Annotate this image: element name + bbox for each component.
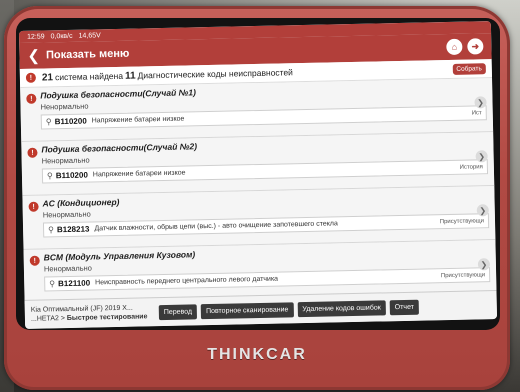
vehicle-info: Kia Оптимальный (JF) 2019 X... ...HETA2 …: [31, 303, 155, 324]
collect-button[interactable]: Собрать: [452, 62, 486, 75]
dtc-status: Присутствующи: [440, 271, 486, 279]
status-time: 12:59: [26, 32, 45, 41]
codes-text: Диагностические коды неисправностей: [137, 67, 293, 81]
exit-icon[interactable]: ➜: [467, 38, 484, 55]
search-icon: ⚲: [46, 171, 53, 181]
back-arrow-icon[interactable]: ❮: [27, 47, 40, 65]
codes-count: 11: [124, 70, 136, 82]
dtc-description: Напряжение батареи низкое: [91, 115, 185, 125]
system-row[interactable]: ! AC (Кондиционер) Ненормально ⚲ B128213…: [22, 186, 496, 250]
translate-button[interactable]: Перевод: [158, 303, 198, 320]
warning-icon: !: [29, 255, 40, 266]
screen: 12:59 0,0кв/с 14,65V ❮ Показать меню ⌂ ➜…: [18, 21, 498, 329]
warning-icon: !: [25, 72, 37, 83]
system-list: ! Подушка безопасности(Случай №1) Ненорм…: [20, 78, 497, 304]
clear-codes-button[interactable]: Удаление кодов ошибок: [297, 299, 386, 317]
warning-icon: !: [26, 93, 37, 104]
dtc-code: B121100: [57, 278, 91, 289]
dtc-status: Присутствующи: [439, 217, 485, 225]
system-row[interactable]: ! Подушка безопасности(Случай №1) Ненорм…: [20, 78, 494, 142]
warning-icon: !: [27, 147, 38, 158]
search-icon: ⚲: [48, 225, 55, 235]
system-row[interactable]: ! Подушка безопасности(Случай №2) Ненорм…: [21, 132, 495, 196]
dtc-code: B128213: [56, 224, 90, 235]
status-voltage: 14,65V: [78, 31, 101, 40]
dtc-status: История: [459, 163, 483, 171]
screen-bezel: 12:59 0,0кв/с 14,65V ❮ Показать меню ⌂ ➜…: [16, 18, 500, 330]
search-icon: ⚲: [49, 279, 56, 289]
dtc-status: Ист: [471, 109, 482, 117]
report-button[interactable]: Отчет: [389, 299, 420, 315]
status-data-rate: 0,0кв/с: [50, 32, 73, 40]
page-title: Показать меню: [45, 47, 130, 62]
search-icon: ⚲: [45, 117, 52, 127]
home-icon[interactable]: ⌂: [446, 38, 463, 56]
dtc-description: Датчик влажности, обрыв цепи (выс.) - ав…: [94, 220, 338, 233]
dtc-code: B110200: [55, 170, 88, 181]
dtc-description: Неисправность переднего центрального лев…: [95, 275, 279, 287]
systems-count: 21: [41, 71, 54, 84]
brand-logo: THINKCAR: [207, 346, 307, 363]
systems-text: система найдена: [54, 70, 124, 83]
tablet-device: 12:59 0,0кв/с 14,65V ❮ Показать меню ⌂ ➜…: [4, 6, 510, 390]
warning-icon: !: [28, 201, 39, 212]
vehicle-path: ...HETA2 >: [30, 315, 65, 323]
rescan-button[interactable]: Повторное сканирование: [200, 301, 294, 319]
current-function: Быстрое тестирование: [66, 313, 148, 323]
dtc-code: B110200: [54, 116, 87, 127]
dtc-description: Напряжение батареи низкое: [92, 169, 186, 179]
